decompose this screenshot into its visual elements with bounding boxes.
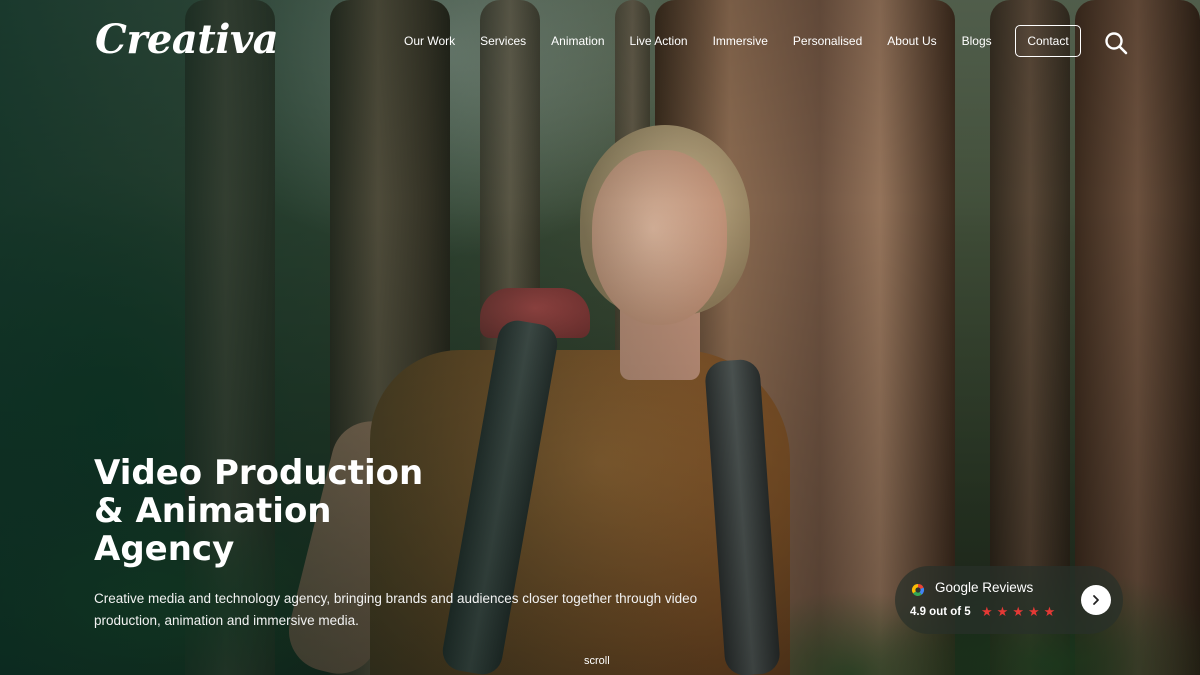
star-icon: ★: [981, 604, 993, 619]
star-icon: ★: [1043, 604, 1056, 619]
hero-headline: Video Production & Animation Agency: [94, 454, 514, 568]
star-rating: ★ ★ ★ ★ ★: [981, 605, 1055, 619]
contact-button[interactable]: Contact: [1015, 25, 1081, 57]
star-icon: ★: [1027, 604, 1040, 619]
reviews-title: Google Reviews: [935, 580, 1034, 595]
main-nav: Our Work Services Animation Live Action …: [404, 34, 1017, 48]
star-icon: ★: [1012, 604, 1024, 619]
chevron-right-icon: [1093, 595, 1099, 605]
nav-item-our-work[interactable]: Our Work: [404, 34, 455, 48]
google-logo-icon: [911, 583, 925, 597]
hero-headline-line: Video Production: [94, 453, 424, 493]
nav-item-animation[interactable]: Animation: [551, 34, 604, 48]
nav-item-personalised[interactable]: Personalised: [793, 34, 862, 48]
hero-subtext: Creative media and technology agency, br…: [94, 591, 698, 628]
hero-headline-line: & Animation: [94, 491, 332, 531]
google-reviews-card[interactable]: Google Reviews 4.9 out of 5 ★ ★ ★ ★ ★: [895, 566, 1123, 634]
nav-item-immersive[interactable]: Immersive: [713, 34, 768, 48]
scroll-indicator[interactable]: scroll: [584, 655, 610, 667]
brand-logo[interactable]: Creativa: [95, 16, 279, 63]
reviews-next-button[interactable]: [1081, 585, 1111, 615]
reviews-score: 4.9 out of 5: [910, 606, 971, 618]
hero-headline-line: Agency: [94, 529, 235, 569]
search-icon[interactable]: [1104, 31, 1128, 55]
nav-item-blogs[interactable]: Blogs: [962, 34, 992, 48]
nav-item-live-action[interactable]: Live Action: [630, 34, 688, 48]
star-icon: ★: [996, 604, 1009, 619]
nav-item-about-us[interactable]: About Us: [887, 34, 936, 48]
nav-item-services[interactable]: Services: [480, 34, 526, 48]
